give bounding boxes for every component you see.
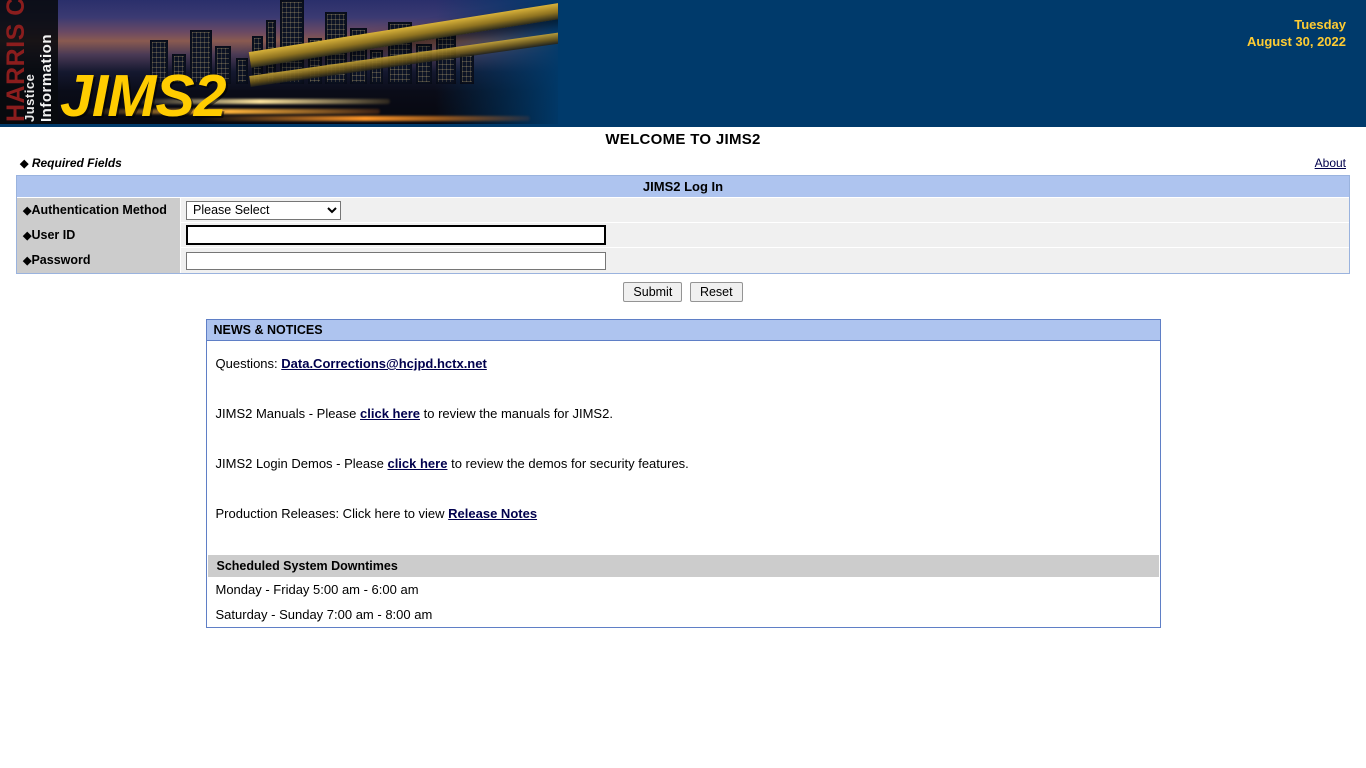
banner-day: Tuesday [1294, 17, 1346, 32]
diamond-icon: ◆ [20, 158, 29, 170]
password-label: ◆Password [17, 248, 181, 273]
questions-email-link[interactable]: Data.Corrections@hcjpd.hctx.net [281, 356, 487, 371]
news-item-releases: Production Releases: Click here to view … [207, 503, 1160, 553]
news-and-notices-panel: NEWS & NOTICES Questions: Data.Correctio… [205, 319, 1161, 628]
demos-prefix: JIMS2 Login Demos - Please [215, 456, 388, 471]
submit-button[interactable]: Submit [623, 282, 683, 302]
about-link[interactable]: About [1315, 156, 1346, 170]
demos-suffix: to review the demos for security feature… [447, 456, 689, 471]
user-id-input[interactable] [186, 225, 606, 245]
manuals-prefix: JIMS2 Manuals - Please [215, 406, 361, 421]
downtime-section-header: Scheduled System Downtimes [207, 555, 1159, 577]
user-id-row: ◆User ID [17, 222, 1349, 248]
user-id-label-text: User ID [31, 227, 76, 242]
manuals-suffix: to review the manuals for JIMS2. [420, 406, 613, 421]
login-panel: JIMS2 Log In ◆Authentication Method Plea… [16, 175, 1350, 274]
password-row: ◆Password [17, 248, 1349, 273]
login-panel-title: JIMS2 Log In [17, 176, 1349, 198]
page-title: WELCOME TO JIMS2 [605, 131, 761, 148]
user-id-field [181, 223, 1349, 248]
reset-button[interactable]: Reset [689, 282, 743, 302]
questions-prefix: Questions: [215, 356, 282, 371]
banner-date: August 30, 2022 [1247, 34, 1346, 49]
jims2-logo: JIMS2 [60, 63, 227, 127]
manuals-click-here-link[interactable]: click here [360, 406, 420, 421]
form-button-row: Submit Reset [0, 274, 1366, 302]
user-id-label: ◆User ID [17, 222, 181, 248]
auth-method-field: Please Select [181, 198, 1349, 223]
password-input[interactable] [186, 251, 606, 270]
downtime-line: Saturday - Sunday 7:00 am - 8:00 am [215, 607, 433, 622]
required-fields-note: ◆ Required Fields [20, 156, 122, 170]
release-notes-link[interactable]: Release Notes [448, 506, 537, 521]
demos-click-here-link[interactable]: click here [387, 456, 447, 471]
required-fields-label: Required Fields [31, 156, 122, 170]
news-item-questions: Questions: Data.Corrections@hcjpd.hctx.n… [207, 353, 1160, 403]
news-panel-title: NEWS & NOTICES [206, 320, 1160, 341]
password-field [181, 248, 1349, 273]
news-item-demos: JIMS2 Login Demos - Please click here to… [207, 453, 1160, 503]
password-label-text: Password [31, 253, 91, 267]
site-banner: HARRIS CO Justice Information JIMS2 Tues… [0, 0, 1366, 127]
vertical-justice-text: Justice [22, 73, 37, 122]
auth-method-label-text: Authentication Method [31, 202, 167, 217]
auth-method-select[interactable]: Please Select [186, 200, 341, 220]
releases-prefix: Production Releases: Click here to view [215, 506, 449, 521]
agency-vertical-label: HARRIS CO Justice Information [0, 0, 58, 124]
downtime-line: Monday - Friday 5:00 am - 6:00 am [215, 582, 419, 597]
banner-date-block: Tuesday August 30, 2022 [1247, 16, 1346, 50]
auth-method-row: ◆Authentication Method Please Select [17, 197, 1349, 223]
vertical-information-text: Information [38, 34, 55, 122]
news-item-manuals: JIMS2 Manuals - Please click here to rev… [207, 403, 1160, 453]
news-body: Questions: Data.Corrections@hcjpd.hctx.n… [207, 341, 1160, 627]
auth-method-label: ◆Authentication Method [17, 197, 181, 223]
meta-row: ◆ Required Fields About [0, 153, 1366, 175]
